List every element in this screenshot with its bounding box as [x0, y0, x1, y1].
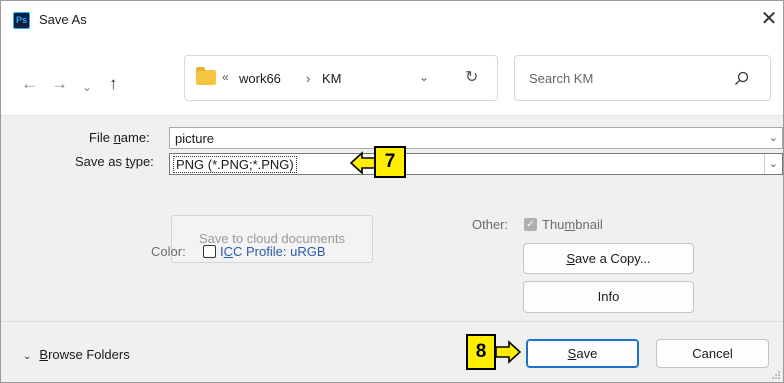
title-bar: Ps Save As ✕ — [1, 1, 783, 39]
search-box[interactable]: Search KM — [514, 55, 771, 101]
color-label: Color: — [151, 244, 186, 259]
address-dropdown-icon[interactable]: ⌄ — [419, 70, 429, 84]
forward-arrow-icon[interactable]: → — [51, 75, 68, 92]
step-7-badge: 7 — [374, 146, 406, 178]
select-divider — [764, 154, 765, 174]
file-name-label: File name: — [89, 130, 150, 145]
address-bar[interactable]: « work66 › KM ⌄ ↻ — [184, 55, 498, 101]
save-as-dialog: Ps Save As ✕ ← → ⌄ ↑ « work66 › KM ⌄ ↻ S… — [0, 0, 784, 383]
dialog-footer: ⌄ Browse Folders Save Cancel — [1, 321, 783, 382]
close-button[interactable]: ✕ — [755, 5, 783, 33]
save-as-type-chevron-icon[interactable]: ⌄ — [769, 157, 778, 170]
browse-folders-toggle[interactable]: ⌄ Browse Folders — [23, 347, 130, 362]
dialog-title: Save As — [39, 12, 87, 27]
save-as-type-select[interactable]: PNG (*.PNG;*.PNG) ⌄ — [169, 153, 783, 175]
breadcrumb-separator-icon[interactable]: › — [306, 71, 310, 86]
save-a-copy-button[interactable]: Save a Copy... — [523, 243, 694, 274]
photoshop-app-icon: Ps — [13, 12, 30, 29]
step-8-badge: 8 — [466, 334, 496, 370]
breadcrumb-km[interactable]: KM — [322, 71, 342, 86]
icc-profile-label[interactable]: ICC Profile: uRGB — [220, 244, 326, 259]
refresh-icon[interactable]: ↻ — [465, 67, 478, 87]
step-8-arrow-icon — [495, 340, 521, 364]
thumbnail-checkbox[interactable]: ✓ — [524, 218, 537, 231]
file-name-chevron-icon[interactable]: ⌄ — [769, 131, 778, 144]
folder-icon — [196, 67, 216, 85]
step-7-arrow-icon — [350, 151, 376, 175]
breadcrumb-work66[interactable]: work66 — [239, 71, 281, 86]
search-icon[interactable] — [734, 71, 749, 86]
file-name-field[interactable]: picture ⌄ — [169, 127, 783, 149]
search-input[interactable]: Search KM — [529, 71, 593, 86]
info-button[interactable]: Info — [523, 281, 694, 313]
icc-profile-checkbox[interactable] — [203, 245, 216, 258]
cancel-button[interactable]: Cancel — [656, 339, 769, 368]
resize-grip-icon[interactable] — [771, 370, 781, 380]
chevron-down-icon: ⌄ — [23, 351, 32, 362]
back-arrow-icon[interactable]: ← — [21, 75, 38, 92]
save-as-type-value[interactable]: PNG (*.PNG;*.PNG) — [173, 156, 297, 173]
other-label: Other: — [472, 217, 509, 232]
thumbnail-label[interactable]: Thumbnail — [542, 217, 603, 232]
save-button[interactable]: Save — [526, 339, 639, 368]
file-name-value[interactable]: picture — [175, 131, 214, 146]
recent-locations-chevron-icon[interactable]: ⌄ — [82, 79, 92, 95]
overflow-chevron-icon[interactable]: « — [222, 70, 229, 84]
save-as-type-label: Save as type: — [75, 154, 154, 169]
up-arrow-icon[interactable]: ↑ — [109, 75, 118, 92]
navigation-bar: ← → ⌄ ↑ « work66 › KM ⌄ ↻ Search KM — [1, 39, 783, 115]
